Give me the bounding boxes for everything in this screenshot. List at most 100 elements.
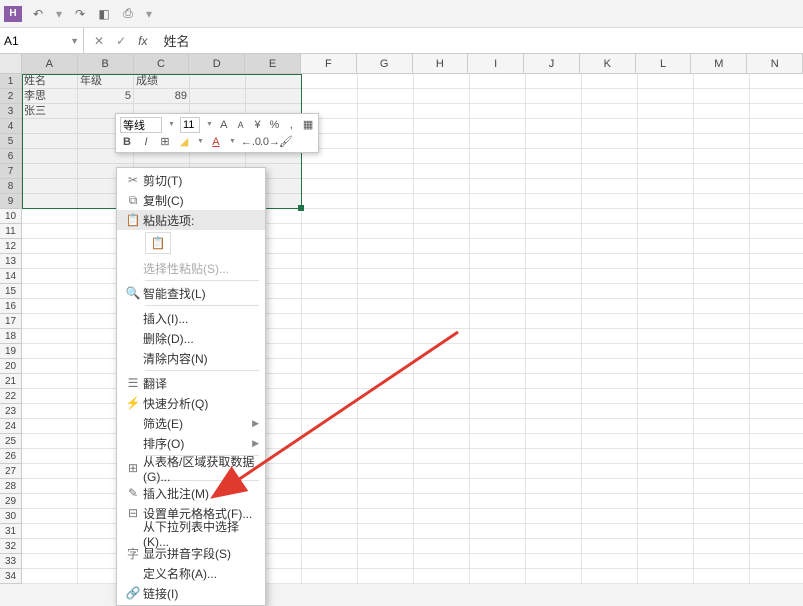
cell[interactable] bbox=[470, 374, 526, 389]
menu-item[interactable]: ✎插入批注(M) bbox=[117, 483, 265, 503]
cell[interactable]: 成绩 bbox=[134, 74, 190, 89]
cell[interactable] bbox=[582, 74, 638, 89]
cell[interactable] bbox=[638, 509, 694, 524]
cell[interactable] bbox=[694, 374, 750, 389]
row-header[interactable]: 29 bbox=[0, 494, 22, 509]
cell[interactable] bbox=[470, 119, 526, 134]
cell[interactable] bbox=[750, 209, 803, 224]
cell[interactable] bbox=[750, 509, 803, 524]
cell[interactable] bbox=[526, 239, 582, 254]
row-header[interactable]: 19 bbox=[0, 344, 22, 359]
cell[interactable] bbox=[638, 104, 694, 119]
cell[interactable] bbox=[750, 404, 803, 419]
cell[interactable] bbox=[526, 119, 582, 134]
cell[interactable] bbox=[302, 509, 358, 524]
cell[interactable] bbox=[750, 284, 803, 299]
cell[interactable] bbox=[302, 314, 358, 329]
cell[interactable] bbox=[22, 509, 78, 524]
menu-item[interactable]: 🔍智能查找(L) bbox=[117, 283, 265, 303]
decrease-font-icon[interactable]: A bbox=[235, 120, 247, 130]
row-header[interactable]: 33 bbox=[0, 554, 22, 569]
cell[interactable] bbox=[750, 74, 803, 89]
cell[interactable] bbox=[302, 479, 358, 494]
cell[interactable] bbox=[22, 464, 78, 479]
cell[interactable] bbox=[470, 299, 526, 314]
cell[interactable] bbox=[414, 209, 470, 224]
cell[interactable] bbox=[414, 374, 470, 389]
row-header[interactable]: 18 bbox=[0, 329, 22, 344]
row-header[interactable]: 5 bbox=[0, 134, 22, 149]
cell[interactable] bbox=[526, 404, 582, 419]
chevron-down-icon[interactable]: ▼ bbox=[70, 36, 79, 46]
column-header[interactable]: D bbox=[189, 54, 245, 74]
fx-icon[interactable]: fx bbox=[138, 34, 147, 48]
cell[interactable] bbox=[22, 374, 78, 389]
cell[interactable] bbox=[582, 209, 638, 224]
cell[interactable] bbox=[22, 329, 78, 344]
cell[interactable] bbox=[302, 239, 358, 254]
row-header[interactable]: 27 bbox=[0, 464, 22, 479]
cell[interactable] bbox=[22, 389, 78, 404]
cell[interactable] bbox=[414, 524, 470, 539]
cell[interactable] bbox=[750, 479, 803, 494]
cell[interactable] bbox=[582, 464, 638, 479]
cell[interactable] bbox=[582, 329, 638, 344]
cell[interactable] bbox=[694, 149, 750, 164]
cell[interactable] bbox=[694, 164, 750, 179]
cell[interactable] bbox=[358, 479, 414, 494]
cell[interactable] bbox=[358, 299, 414, 314]
cell[interactable] bbox=[582, 389, 638, 404]
cell[interactable] bbox=[470, 149, 526, 164]
cell[interactable] bbox=[358, 374, 414, 389]
cell[interactable] bbox=[470, 134, 526, 149]
cell[interactable] bbox=[22, 449, 78, 464]
cell[interactable] bbox=[358, 194, 414, 209]
cell[interactable] bbox=[694, 494, 750, 509]
cell[interactable] bbox=[22, 254, 78, 269]
row-header[interactable]: 1 bbox=[0, 74, 22, 89]
cell[interactable] bbox=[638, 179, 694, 194]
cell[interactable] bbox=[638, 329, 694, 344]
row-header[interactable]: 15 bbox=[0, 284, 22, 299]
cell[interactable] bbox=[358, 389, 414, 404]
cell[interactable] bbox=[694, 314, 750, 329]
cell[interactable] bbox=[526, 314, 582, 329]
cell[interactable] bbox=[22, 299, 78, 314]
cell[interactable] bbox=[582, 539, 638, 554]
column-header[interactable]: H bbox=[413, 54, 469, 74]
cell[interactable] bbox=[750, 314, 803, 329]
cell[interactable] bbox=[582, 194, 638, 209]
cell[interactable] bbox=[694, 269, 750, 284]
cell[interactable] bbox=[414, 359, 470, 374]
cell[interactable] bbox=[582, 299, 638, 314]
cell[interactable] bbox=[526, 224, 582, 239]
cell[interactable] bbox=[302, 449, 358, 464]
cell[interactable] bbox=[694, 254, 750, 269]
cell[interactable] bbox=[302, 389, 358, 404]
cell[interactable] bbox=[414, 179, 470, 194]
cell[interactable] bbox=[638, 419, 694, 434]
cell[interactable] bbox=[526, 329, 582, 344]
cell[interactable] bbox=[358, 539, 414, 554]
row-header[interactable]: 9 bbox=[0, 194, 22, 209]
cell[interactable] bbox=[526, 554, 582, 569]
menu-item[interactable]: 排序(O)▶ bbox=[117, 433, 265, 453]
name-box[interactable]: ▼ bbox=[0, 28, 84, 53]
cell[interactable] bbox=[22, 359, 78, 374]
cell[interactable] bbox=[358, 554, 414, 569]
row-header[interactable]: 23 bbox=[0, 404, 22, 419]
menu-item[interactable]: 字显示拼音字段(S) bbox=[117, 543, 265, 563]
menu-item[interactable]: 定义名称(A)... bbox=[117, 563, 265, 583]
font-size-select[interactable] bbox=[180, 117, 200, 133]
cell[interactable] bbox=[526, 149, 582, 164]
cell[interactable] bbox=[358, 119, 414, 134]
cell[interactable] bbox=[302, 494, 358, 509]
menu-item[interactable]: 📋粘贴选项: bbox=[117, 210, 265, 230]
cell[interactable] bbox=[638, 119, 694, 134]
row-header[interactable]: 10 bbox=[0, 209, 22, 224]
cell[interactable] bbox=[638, 389, 694, 404]
cell[interactable]: 姓名 bbox=[22, 74, 78, 89]
cell[interactable] bbox=[470, 509, 526, 524]
cell[interactable] bbox=[470, 104, 526, 119]
cell[interactable] bbox=[470, 329, 526, 344]
